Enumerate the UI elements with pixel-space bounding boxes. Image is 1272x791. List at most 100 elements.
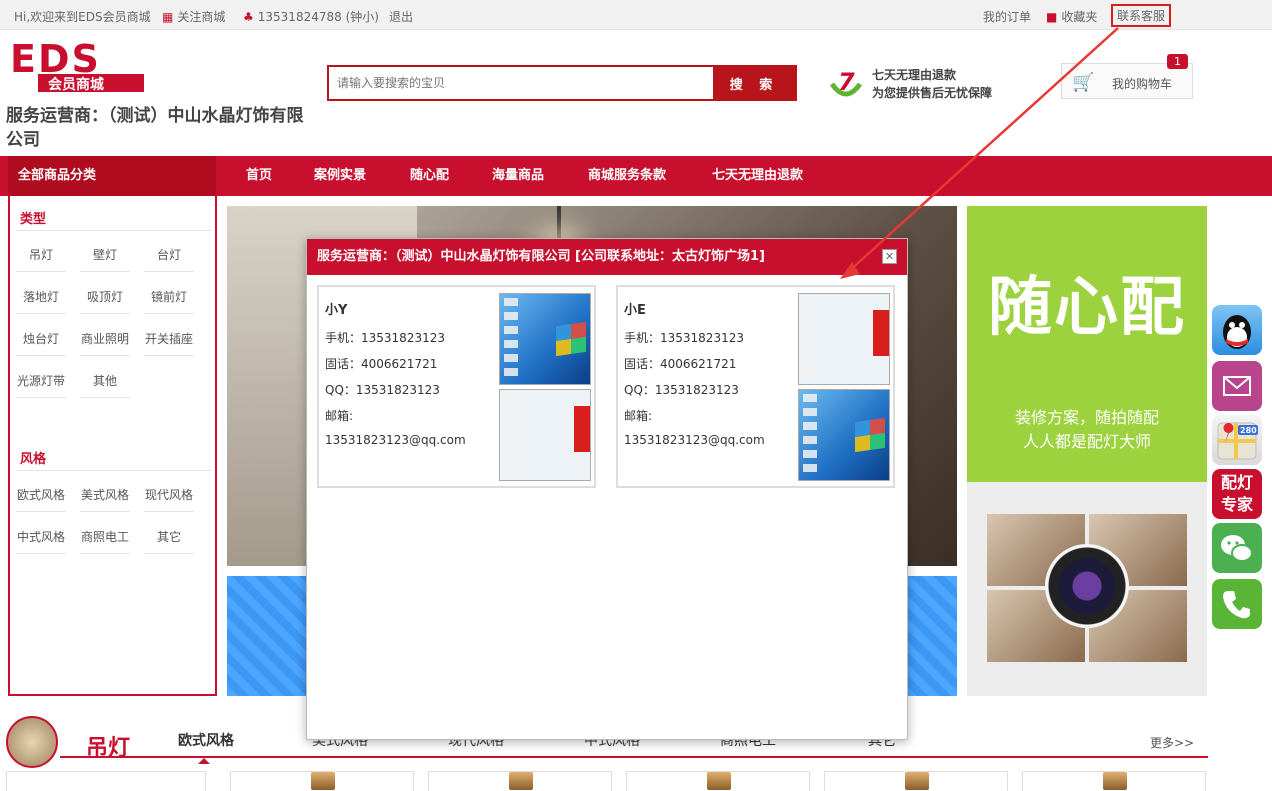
- match-promo-card[interactable]: 随心配 装修方案，随拍随配 人人都是配灯大师: [967, 206, 1207, 482]
- category-item[interactable]: 壁灯: [80, 246, 130, 272]
- guarantee-line2: 为您提供售后无忧保障: [872, 86, 993, 100]
- expert-line2: 专家: [1220, 495, 1253, 514]
- product-card[interactable]: [428, 771, 612, 791]
- email-button[interactable]: [1212, 361, 1262, 411]
- seven-day-icon: 7: [829, 68, 863, 97]
- style-item[interactable]: 中式风格: [16, 528, 66, 554]
- category-item[interactable]: 落地灯: [16, 288, 66, 314]
- lighting-expert-button[interactable]: 配灯 专家: [1212, 469, 1262, 519]
- nav-cases[interactable]: 案例实景: [314, 156, 366, 196]
- category-item[interactable]: 镜前灯: [144, 288, 194, 314]
- category-item[interactable]: 光源灯带: [16, 372, 66, 398]
- product-image: [1103, 772, 1127, 790]
- follow-shop-link[interactable]: ▦ 关注商城: [162, 8, 225, 25]
- contact-email[interactable]: 13531823123@qq.com: [325, 433, 466, 447]
- favorites-label: 收藏夹: [1061, 10, 1098, 24]
- cart-icon: 🛒: [1072, 72, 1095, 93]
- contact-qq[interactable]: QQ：13531823123: [624, 381, 739, 398]
- divider: [16, 470, 212, 471]
- phone-icon: [1223, 591, 1250, 619]
- mail-icon: [1223, 376, 1251, 396]
- style-item[interactable]: 商照电工: [80, 528, 130, 554]
- map-button[interactable]: 280: [1212, 415, 1262, 465]
- category-item[interactable]: 吸顶灯: [80, 288, 130, 314]
- category-item[interactable]: 商业照明: [80, 330, 130, 356]
- expert-line1: 配灯: [1220, 473, 1253, 492]
- contact-card: 小E 手机：13531823123 固话：4006621721 QQ：13531…: [616, 285, 895, 488]
- style-item[interactable]: 现代风格: [144, 486, 194, 512]
- nav-refund[interactable]: 七天无理由退款: [712, 156, 803, 196]
- user-icon: ♣: [243, 10, 254, 24]
- more-link[interactable]: 更多>>: [1150, 734, 1194, 751]
- category-item[interactable]: 吊灯: [16, 246, 66, 272]
- all-categories-button[interactable]: 全部商品分类: [8, 156, 216, 196]
- search-bar: 搜 索: [327, 65, 797, 101]
- eds-logo[interactable]: EDS 会员商城: [8, 38, 146, 94]
- contact-tel: 固话：4006621721: [624, 357, 737, 371]
- qq-penguin-icon: [1223, 315, 1251, 349]
- promo-big-text: 随心配: [988, 271, 1186, 345]
- favorites-link[interactable]: ■ 收藏夹: [1046, 8, 1097, 25]
- contact-email[interactable]: 13531823123@qq.com: [624, 433, 765, 447]
- contact-card: 小Y 手机：13531823123 固话：4006621721 QQ：13531…: [317, 285, 596, 488]
- qq-button[interactable]: [1212, 305, 1262, 355]
- promo-line2: 人人都是配灯大师: [1022, 432, 1151, 451]
- phone-button[interactable]: [1212, 579, 1262, 629]
- product-card[interactable]: [6, 771, 206, 791]
- category-item[interactable]: 开关插座: [144, 330, 194, 356]
- chat-screenshot: [798, 293, 890, 385]
- qrcode-icon: ▦: [162, 10, 174, 24]
- contact-service-dialog: 服务运营商：（测试）中山水晶灯饰有限公司 [公司联系地址：太古灯饰广场1] ✕ …: [306, 238, 908, 740]
- wechat-icon: [1221, 535, 1253, 562]
- seven-number: 7: [838, 68, 855, 96]
- contact-name: 小Y: [325, 303, 348, 318]
- section-divider: [60, 756, 1208, 758]
- map-icon: 280: [1217, 422, 1258, 460]
- user-phone-label: 13531824788 (钟小): [257, 10, 379, 24]
- contact-email-label: 邮箱:: [325, 409, 354, 423]
- nav-products[interactable]: 海量商品: [492, 156, 544, 196]
- product-card[interactable]: [230, 771, 414, 791]
- logout-link[interactable]: 退出: [389, 8, 413, 25]
- shop-name: 服务运营商：（测试）中山水晶灯饰有限公司: [6, 106, 304, 150]
- contact-mobile: 手机：13531823123: [325, 331, 445, 345]
- nav-home[interactable]: 首页: [246, 156, 272, 196]
- search-input[interactable]: [329, 67, 713, 99]
- contact-mobile: 手机：13531823123: [624, 331, 744, 345]
- wechat-button[interactable]: [1212, 523, 1262, 573]
- customer-service-link[interactable]: 联系客服: [1111, 4, 1172, 27]
- style-item[interactable]: 美式风格: [80, 486, 130, 512]
- desktop-screenshot: [798, 389, 890, 481]
- cart-button[interactable]: 🛒 我的购物车 1: [1061, 54, 1193, 99]
- section-tab-european[interactable]: 欧式风格: [178, 730, 234, 764]
- map-badge: 280: [1240, 426, 1257, 435]
- search-button[interactable]: 搜 索: [713, 67, 795, 99]
- category-item[interactable]: 其他: [80, 372, 130, 398]
- product-card[interactable]: [824, 771, 1008, 791]
- product-image: [311, 772, 335, 790]
- chat-screenshot: [499, 389, 591, 481]
- contact-qq[interactable]: QQ：13531823123: [325, 381, 440, 398]
- product-card[interactable]: [1022, 771, 1206, 791]
- type-section-title: 类型: [20, 212, 47, 227]
- logo-sub-text: 会员商城: [48, 76, 104, 93]
- divider: [16, 230, 212, 231]
- my-orders-link[interactable]: 我的订单: [983, 8, 1031, 25]
- style-item[interactable]: 欧式风格: [16, 486, 66, 512]
- product-card[interactable]: [626, 771, 810, 791]
- desktop-screenshot: [499, 293, 591, 385]
- nav-terms[interactable]: 商城服务条款: [588, 156, 666, 196]
- contact-name: 小E: [624, 303, 646, 318]
- contact-email-label: 邮箱:: [624, 409, 653, 423]
- category-item[interactable]: 台灯: [144, 246, 194, 272]
- category-sidebar: 类型 吊灯 壁灯 台灯 落地灯 吸顶灯 镜前灯 烛台灯 商业照明 开关插座 光源…: [8, 196, 217, 696]
- guarantee-line1: 七天无理由退款: [872, 68, 957, 82]
- category-item[interactable]: 烛台灯: [16, 330, 66, 356]
- folder-icon: ■: [1046, 10, 1058, 24]
- nav-match[interactable]: 随心配: [410, 156, 449, 196]
- cart-label: 我的购物车: [1112, 77, 1173, 91]
- top-bar: Hi,欢迎来到EDS会员商城 ▦ 关注商城 ♣ 13531824788 (钟小) 退…: [0, 0, 1272, 30]
- close-icon[interactable]: ✕: [882, 249, 897, 264]
- style-item[interactable]: 其它: [144, 528, 194, 554]
- camera-promo-card[interactable]: [967, 482, 1207, 696]
